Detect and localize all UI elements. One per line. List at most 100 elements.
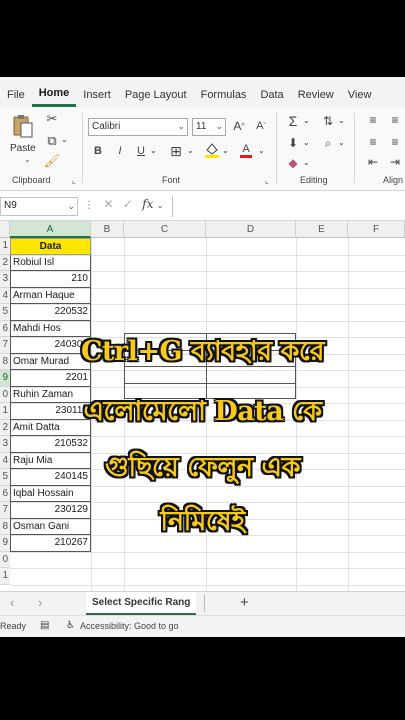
font-color-button[interactable]: A <box>238 141 254 159</box>
ribbon-home: Paste ⌄ ✂ ⧉ ⌄ 🖌 Clipboard ⌞ Calibri ⌄ 11 ⌄… <box>0 107 405 191</box>
accessibility-icon[interactable]: ♿ <box>66 620 75 631</box>
enter-icon[interactable]: ✓ <box>123 197 133 211</box>
clipboard-icon <box>13 115 33 138</box>
find-select-icon[interactable]: ⌕ <box>320 135 336 151</box>
cell-a3[interactable]: 210 <box>10 271 91 288</box>
cut-icon[interactable]: ✂ <box>44 111 60 127</box>
borders-icon[interactable]: ⊞ <box>168 143 184 159</box>
formula-input[interactable] <box>172 196 405 217</box>
autosum-dropdown-icon[interactable]: ⌄ <box>303 116 310 125</box>
row-header[interactable]: 5 <box>0 304 10 321</box>
shrink-font-button[interactable]: Aˇ <box>254 118 268 134</box>
tab-home[interactable]: Home <box>31 77 77 107</box>
paste-label[interactable]: Paste <box>10 143 36 154</box>
tab-formulas[interactable]: Formulas <box>194 77 254 107</box>
gridline <box>10 568 405 569</box>
name-box[interactable]: N9 ⌄ <box>0 197 78 216</box>
add-sheet-icon[interactable]: + <box>240 594 249 611</box>
column-a-header-cell[interactable]: Data <box>10 238 91 255</box>
row-header[interactable]: 4 <box>0 287 10 304</box>
caption-line-3: গুছিয়ে ফেলুন এক <box>105 452 300 483</box>
sort-filter-dropdown-icon[interactable]: ⌄ <box>338 116 345 125</box>
tab-divider <box>204 594 205 612</box>
bold-button[interactable]: B <box>92 143 104 159</box>
fill-down-dropdown-icon[interactable]: ⌄ <box>303 138 310 147</box>
next-sheet-icon[interactable]: › <box>38 595 42 610</box>
align-center-icon[interactable]: ≡ <box>388 135 402 149</box>
tab-file[interactable]: File <box>0 77 32 107</box>
autosum-icon[interactable]: Σ <box>286 113 300 129</box>
row-header[interactable]: 2 <box>0 254 10 271</box>
sheet-tab-active[interactable]: Select Specific Rang <box>86 592 197 615</box>
ribbon-tabs: File Home Insert Page Layout Formulas Da… <box>0 77 405 107</box>
more-icon[interactable]: ⋮ <box>84 200 94 211</box>
cell-a2[interactable]: Robiul Isl <box>10 254 91 271</box>
row-header[interactable]: 3 <box>0 271 10 288</box>
worksheet-grid[interactable]: A B C D E F 1 Data 2 Robiul Isl 3 210 4 Arman H… <box>0 221 405 591</box>
prev-sheet-icon[interactable]: ‹ <box>10 595 14 610</box>
format-painter-icon[interactable]: 🖌 <box>44 153 61 169</box>
status-ready: Ready <box>0 621 27 631</box>
paste-dropdown-icon[interactable]: ⌄ <box>24 155 31 164</box>
fill-color-dropdown-icon[interactable]: ⌄ <box>222 146 229 155</box>
excel-window: File Home Insert Page Layout Formulas Da… <box>0 77 405 637</box>
borders-dropdown-icon[interactable]: ⌄ <box>187 146 194 155</box>
tab-data[interactable]: Data <box>253 77 290 107</box>
column-header-c[interactable]: C <box>124 221 206 238</box>
align-top-icon[interactable]: ≡ <box>366 113 380 127</box>
cell-a4[interactable]: Arman Haque <box>10 287 91 304</box>
caption-line-1: Ctrl+G ব্যাবহার করে <box>80 336 325 367</box>
grow-font-button[interactable]: A ^ <box>232 118 246 134</box>
paste-button[interactable] <box>10 113 36 139</box>
column-header-f[interactable]: F <box>348 221 405 238</box>
cancel-icon[interactable]: ✕ <box>103 197 113 211</box>
fill-down-icon[interactable]: ⬇ <box>286 135 300 151</box>
column-header-e[interactable]: E <box>296 221 348 238</box>
accessibility-status[interactable]: Accessibility: Good to go <box>80 621 179 631</box>
column-header-d[interactable]: D <box>206 221 296 238</box>
clipboard-launcher-icon[interactable]: ⌞ <box>72 176 76 185</box>
clear-eraser-icon[interactable]: ◆ <box>286 155 300 171</box>
font-size-value: 11 <box>196 121 207 132</box>
align-left-icon[interactable]: ≡ <box>366 135 380 149</box>
decrease-indent-icon[interactable]: ⇤ <box>366 155 380 169</box>
ribbon-separator <box>82 113 83 183</box>
italic-button[interactable]: I <box>114 143 126 159</box>
font-group-label: Font <box>162 175 181 185</box>
underline-button[interactable]: U <box>135 143 147 159</box>
column-header-a[interactable]: A <box>10 221 91 238</box>
sort-filter-icon[interactable]: ⇅ <box>320 113 336 129</box>
fill-color-button[interactable] <box>204 141 220 159</box>
clipboard-group-label: Clipboard <box>12 175 51 185</box>
select-all-corner[interactable] <box>0 221 10 238</box>
insert-function-button[interactable]: fx <box>142 197 153 211</box>
font-color-dropdown-icon[interactable]: ⌄ <box>258 146 265 155</box>
font-launcher-icon[interactable]: ⌞ <box>265 176 269 185</box>
font-size-select[interactable]: 11 ⌄ <box>192 118 226 136</box>
underline-dropdown-icon[interactable]: ⌄ <box>150 146 157 155</box>
tab-page-layout[interactable]: Page Layout <box>118 77 194 107</box>
tab-insert[interactable]: Insert <box>76 77 118 107</box>
bordered-range-line <box>124 382 296 384</box>
increase-indent-icon[interactable]: ⇥ <box>388 155 402 169</box>
formula-bar: N9 ⌄ ⋮ ✕ ✓ fx ⌄ <box>0 191 405 221</box>
fill-bucket-icon <box>205 143 219 158</box>
macro-recorder-icon[interactable]: ▤ <box>40 620 49 631</box>
copy-dropdown-icon[interactable]: ⌄ <box>61 135 68 144</box>
fx-dropdown-icon[interactable]: ⌄ <box>157 201 164 210</box>
status-bar: Ready ▤ ♿ Accessibility: Good to go <box>0 615 405 637</box>
caption-line-4: নিমিষেই <box>160 506 245 537</box>
align-middle-icon[interactable]: ≡ <box>388 113 402 127</box>
row-header[interactable]: 1 <box>0 568 10 585</box>
row-header[interactable]: 1 <box>0 238 10 255</box>
column-header-b[interactable]: B <box>91 221 124 238</box>
chevron-down-icon: ⌄ <box>177 121 185 131</box>
font-name-select[interactable]: Calibri ⌄ <box>88 118 188 136</box>
tab-review[interactable]: Review <box>291 77 341 107</box>
cell-a5[interactable]: 220532 <box>10 304 91 321</box>
copy-icon[interactable]: ⧉ <box>44 133 60 149</box>
tab-view[interactable]: View <box>341 77 379 107</box>
find-select-dropdown-icon[interactable]: ⌄ <box>338 138 345 147</box>
clear-dropdown-icon[interactable]: ⌄ <box>303 158 310 167</box>
row-header[interactable]: 0 <box>0 551 10 568</box>
